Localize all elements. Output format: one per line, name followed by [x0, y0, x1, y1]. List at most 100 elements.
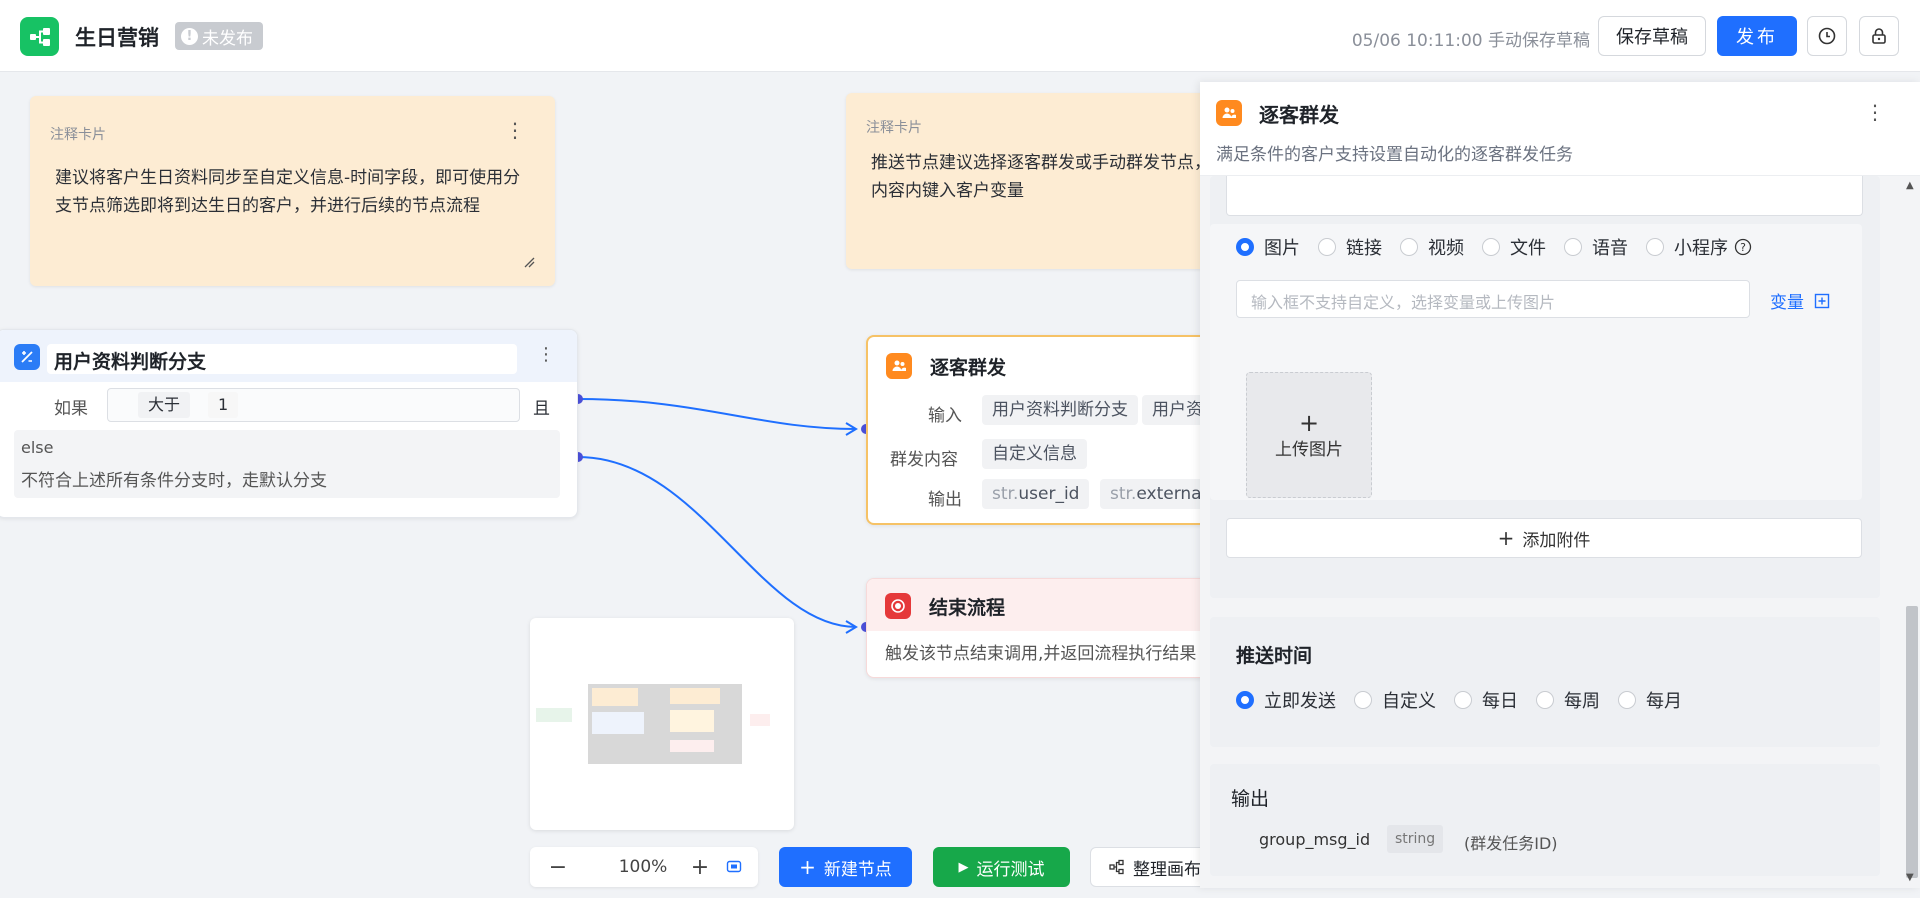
- plus-icon: +: [1497, 526, 1515, 550]
- output-tag: str.user_id: [982, 479, 1090, 509]
- note-text: 建议将客户生日资料同步至自定义信息-时间字段，即可使用分支节点筛选即将到达生日的…: [55, 168, 521, 216]
- add-square-icon: [1814, 293, 1830, 308]
- node-title: 用户资料判断分支: [54, 351, 207, 373]
- output-title: 输出: [1231, 788, 1270, 810]
- save-draft-button[interactable]: 保存草稿: [1598, 16, 1706, 56]
- scroll-thumb[interactable]: [1906, 606, 1918, 878]
- push-option-monthly[interactable]: 每月: [1618, 687, 1682, 713]
- branch-icon: [14, 344, 40, 370]
- push-option-now[interactable]: 立即发送: [1236, 687, 1336, 713]
- more-icon[interactable]: ⋮: [1865, 100, 1885, 124]
- publish-button[interactable]: 发布: [1717, 16, 1797, 56]
- svg-text:?: ?: [1740, 241, 1746, 254]
- node-config-panel: 图片 链接 视频 文件 语音 小程序 ? 输入框不支持自定义，选择变量或上传图片…: [1200, 82, 1920, 888]
- zoom-in-button[interactable]: +: [686, 853, 714, 881]
- end-node-desc: 触发该节点结束调用,并返回流程执行结果: [885, 644, 1197, 664]
- zoom-toolbar: − 100% +: [530, 847, 758, 887]
- resize-handle-icon[interactable]: [523, 256, 535, 268]
- panel-title: 逐客群发: [1259, 103, 1339, 127]
- if-label: 如果: [54, 399, 88, 419]
- panel-scrollbar[interactable]: ▲ ▼: [1902, 176, 1920, 888]
- panel-desc: 满足条件的客户支持设置自动化的逐客群发任务: [1216, 145, 1573, 165]
- plus-icon: +: [1298, 408, 1320, 437]
- clock-icon: [1818, 27, 1836, 45]
- scroll-up-icon[interactable]: ▲: [1906, 180, 1914, 191]
- play-icon: ▶: [958, 859, 969, 875]
- note-card-2[interactable]: 注释卡片 推送节点建议选择逐客群发或手动群发节点，内容内键入客户变量: [846, 93, 1226, 269]
- run-test-button[interactable]: ▶ 运行测试: [933, 847, 1070, 887]
- message-text-area[interactable]: [1226, 176, 1863, 216]
- stop-icon: [885, 593, 911, 619]
- new-node-button[interactable]: + 新建节点: [779, 847, 912, 887]
- help-icon[interactable]: ?: [1734, 238, 1752, 256]
- note-text: 推送节点建议选择逐客群发或手动群发节点，内容内键入客户变量: [871, 153, 1211, 201]
- note-title: 注释卡片: [866, 120, 922, 136]
- node-title: 结束流程: [929, 597, 1006, 619]
- more-icon[interactable]: ⋮: [537, 344, 555, 365]
- content-section: 图片 链接 视频 文件 语音 小程序 ? 输入框不支持自定义，选择变量或上传图片…: [1210, 176, 1880, 598]
- save-time-text: 05/06 10:11:00 手动保存草稿: [1351, 31, 1590, 51]
- input-label: 输入: [928, 406, 962, 426]
- users-icon: [1216, 100, 1242, 126]
- panel-header: 逐客群发 ⋮ 满足条件的客户支持设置自动化的逐客群发任务: [1200, 82, 1920, 176]
- value-chip[interactable]: 1: [208, 392, 239, 418]
- attach-type-miniprogram[interactable]: 小程序: [1646, 234, 1728, 260]
- qk-send-node[interactable]: 逐客群发 输入 用户资料判断分支 用户资 群发内容 自定义信息 输出 str.u…: [866, 335, 1216, 525]
- push-option-custom[interactable]: 自定义: [1354, 687, 1436, 713]
- output-type-badge: string: [1387, 825, 1444, 853]
- content-tag: 自定义信息: [982, 439, 1087, 469]
- end-flow-node[interactable]: 结束流程 触发该节点结束调用,并返回流程执行结果: [866, 578, 1216, 678]
- attach-type-voice[interactable]: 语音: [1564, 234, 1628, 260]
- condition-field[interactable]: 大于 1: [107, 388, 520, 422]
- output-section: 输出 group_msg_id string (群发任务ID): [1210, 764, 1880, 876]
- operator-chip[interactable]: 大于: [138, 392, 191, 418]
- app-title: 生日营销: [75, 26, 159, 50]
- attach-type-image[interactable]: 图片: [1236, 234, 1300, 260]
- flow-logo-icon: [20, 17, 59, 56]
- lock-icon: [1872, 28, 1886, 44]
- scroll-down-icon[interactable]: ▼: [1906, 872, 1914, 883]
- attach-type-link[interactable]: 链接: [1318, 234, 1382, 260]
- minimap-toggle-button[interactable]: [720, 853, 748, 881]
- users-icon: [886, 353, 912, 379]
- else-desc: 不符合上述所有条件分支时，走默认分支: [21, 471, 327, 491]
- variable-button[interactable]: 变量: [1770, 288, 1830, 313]
- lock-button[interactable]: [1859, 16, 1899, 56]
- content-label: 群发内容: [890, 450, 958, 470]
- more-icon[interactable]: ⋮: [505, 118, 525, 142]
- output-field-name: group_msg_id: [1259, 830, 1371, 849]
- zoom-out-button[interactable]: −: [544, 853, 572, 881]
- minimap[interactable]: [530, 618, 794, 830]
- attach-type-video[interactable]: 视频: [1400, 234, 1464, 260]
- add-attachment-button[interactable]: + 添加附件: [1226, 518, 1862, 558]
- status-badge: ! 未发布: [175, 22, 263, 50]
- push-time-section: 推送时间 立即发送 自定义 每日 每周 每月: [1210, 617, 1880, 747]
- top-header: 生日营销 ! 未发布 05/06 10:11:00 手动保存草稿 保存草稿 发布: [0, 0, 1920, 72]
- connector-branch-to-qk: [577, 398, 857, 430]
- output-tag: str.external_: [1100, 479, 1214, 509]
- branch-node[interactable]: 用户资料判断分支 ⋮ 如果 大于 1 且 else 不符合上述所有条件分支时，走…: [0, 329, 578, 518]
- branch-title-field[interactable]: 用户资料判断分支: [47, 344, 517, 374]
- note-card-1[interactable]: 注释卡片 ⋮ 建议将客户生日资料同步至自定义信息-时间字段，即可使用分支节点筛选…: [30, 96, 555, 286]
- push-option-weekly[interactable]: 每周: [1536, 687, 1600, 713]
- zoom-level: 100%: [618, 857, 668, 877]
- output-desc: (群发任务ID): [1464, 834, 1558, 853]
- and-label: 且: [533, 399, 550, 419]
- history-button[interactable]: [1807, 16, 1847, 56]
- note-title: 注释卡片: [50, 127, 106, 143]
- push-option-daily[interactable]: 每日: [1454, 687, 1518, 713]
- else-title: else: [21, 438, 54, 457]
- push-time-group: 立即发送 自定义 每日 每周 每月: [1236, 687, 1700, 713]
- alert-icon: !: [181, 27, 198, 45]
- layout-icon: [1109, 859, 1124, 875]
- minimap-icon: [726, 860, 742, 873]
- status-text: 未发布: [202, 28, 253, 49]
- output-label: 输出: [928, 490, 962, 510]
- input-tag: 用户资料判断分支: [982, 395, 1138, 425]
- connector-else-to-end: [577, 456, 857, 628]
- attachment-input[interactable]: 输入框不支持自定义，选择变量或上传图片: [1236, 280, 1750, 318]
- upload-image-button[interactable]: + 上传图片: [1246, 372, 1372, 498]
- attach-type-file[interactable]: 文件: [1482, 234, 1546, 260]
- attachment-type-group: 图片 链接 视频 文件 语音 小程序 ?: [1236, 234, 1752, 260]
- plus-icon: +: [799, 855, 816, 879]
